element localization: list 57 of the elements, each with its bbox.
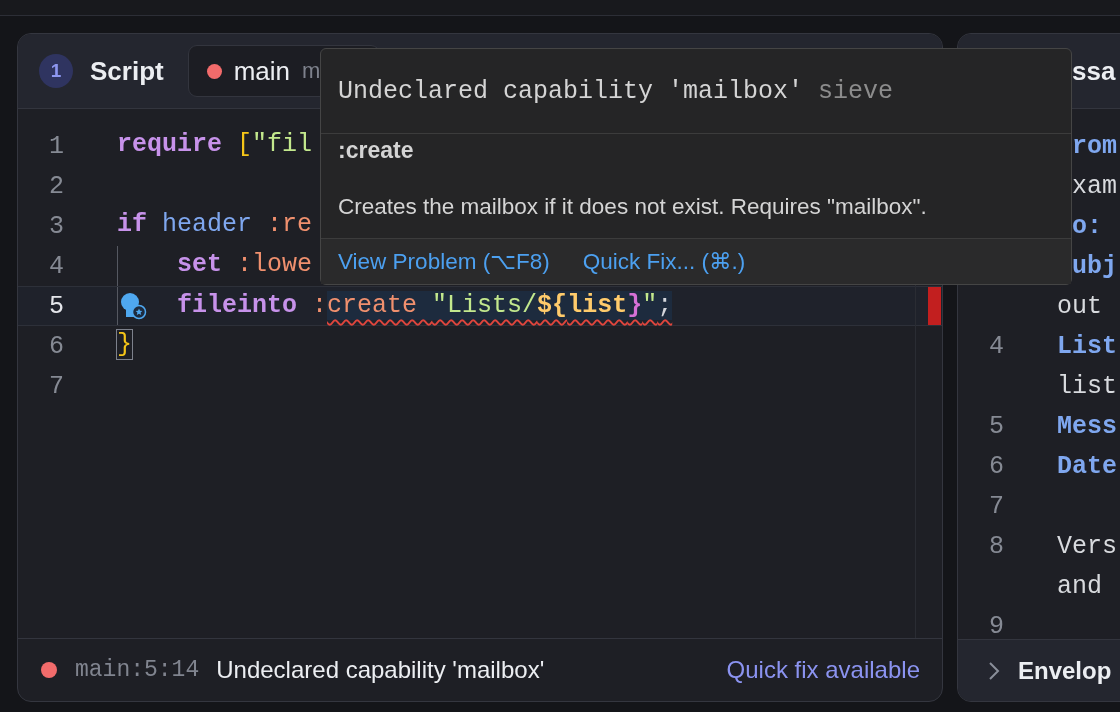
chevron-right-icon: [988, 660, 1000, 681]
code-punctuation: ;: [657, 291, 673, 320]
hover-description: Creates the mailbox if it does not exist. Requires "mailbox".: [338, 194, 928, 220]
panel-title: Script: [90, 55, 164, 87]
code-variable: ${: [537, 291, 568, 320]
line-number: 4: [988, 331, 1004, 361]
code-text: and: [1057, 571, 1102, 601]
code-tag: :lowe: [237, 250, 313, 279]
error-marker: [928, 287, 941, 325]
header-field: o:: [1072, 211, 1102, 241]
line-number: 6: [48, 331, 64, 361]
cursor-location: main:5:14: [75, 657, 200, 683]
bracket: [: [237, 130, 253, 159]
line-number: 5: [988, 411, 1004, 441]
bracket: }: [117, 330, 132, 359]
code-tag: create: [327, 291, 433, 320]
keyword: if: [117, 210, 148, 239]
quick-fix-link[interactable]: Quick fix available: [726, 656, 920, 684]
line-number: 6: [988, 451, 1004, 481]
code-tag: :: [312, 291, 328, 320]
line-number: 3: [48, 211, 64, 241]
bracket: }: [627, 291, 643, 320]
line-number: 2: [48, 171, 64, 201]
code-text: out: [1057, 291, 1102, 321]
line-number: 7: [988, 491, 1004, 521]
code-text: list: [1057, 371, 1117, 401]
keyword: set: [177, 250, 223, 279]
line-number: 9: [988, 611, 1004, 639]
line-number: 1: [48, 131, 64, 161]
header-field: List: [1057, 331, 1117, 361]
header-field: ubj: [1072, 251, 1117, 281]
line-number: 4: [48, 251, 64, 281]
code-string: "Lists/: [432, 291, 538, 320]
code-text: xam: [1072, 171, 1117, 201]
code-tag: :re: [267, 210, 313, 239]
header-field: Date: [1057, 451, 1117, 481]
panel-title: ssa: [1072, 55, 1116, 87]
code-function: header: [162, 210, 254, 239]
keyword: fileinto: [177, 291, 299, 320]
line-number: 5: [48, 291, 64, 321]
diagnostic-source: sieve: [818, 76, 894, 106]
step-badge: 1: [39, 54, 73, 88]
code-string: "fil: [252, 130, 313, 159]
header-field: rom: [1072, 131, 1117, 161]
line-number: 8: [988, 531, 1004, 561]
hover-action-link[interactable]: Quick Fix... (⌘.): [582, 248, 746, 275]
header-field: Mess: [1057, 411, 1117, 441]
lightbulb-icon[interactable]: [119, 292, 147, 320]
hover-action-link[interactable]: View Problem (⌥F8): [338, 248, 550, 275]
line-number: 7: [48, 371, 64, 401]
code-text: Vers: [1057, 531, 1117, 561]
keyword: require: [117, 130, 224, 159]
envelope-section[interactable]: Envelop: [958, 639, 1120, 701]
code-variable: list: [567, 291, 628, 320]
hover-term: :create: [338, 137, 415, 164]
error-message: Undeclared capability 'mailbox': [216, 656, 545, 684]
code-string: ": [642, 291, 658, 320]
